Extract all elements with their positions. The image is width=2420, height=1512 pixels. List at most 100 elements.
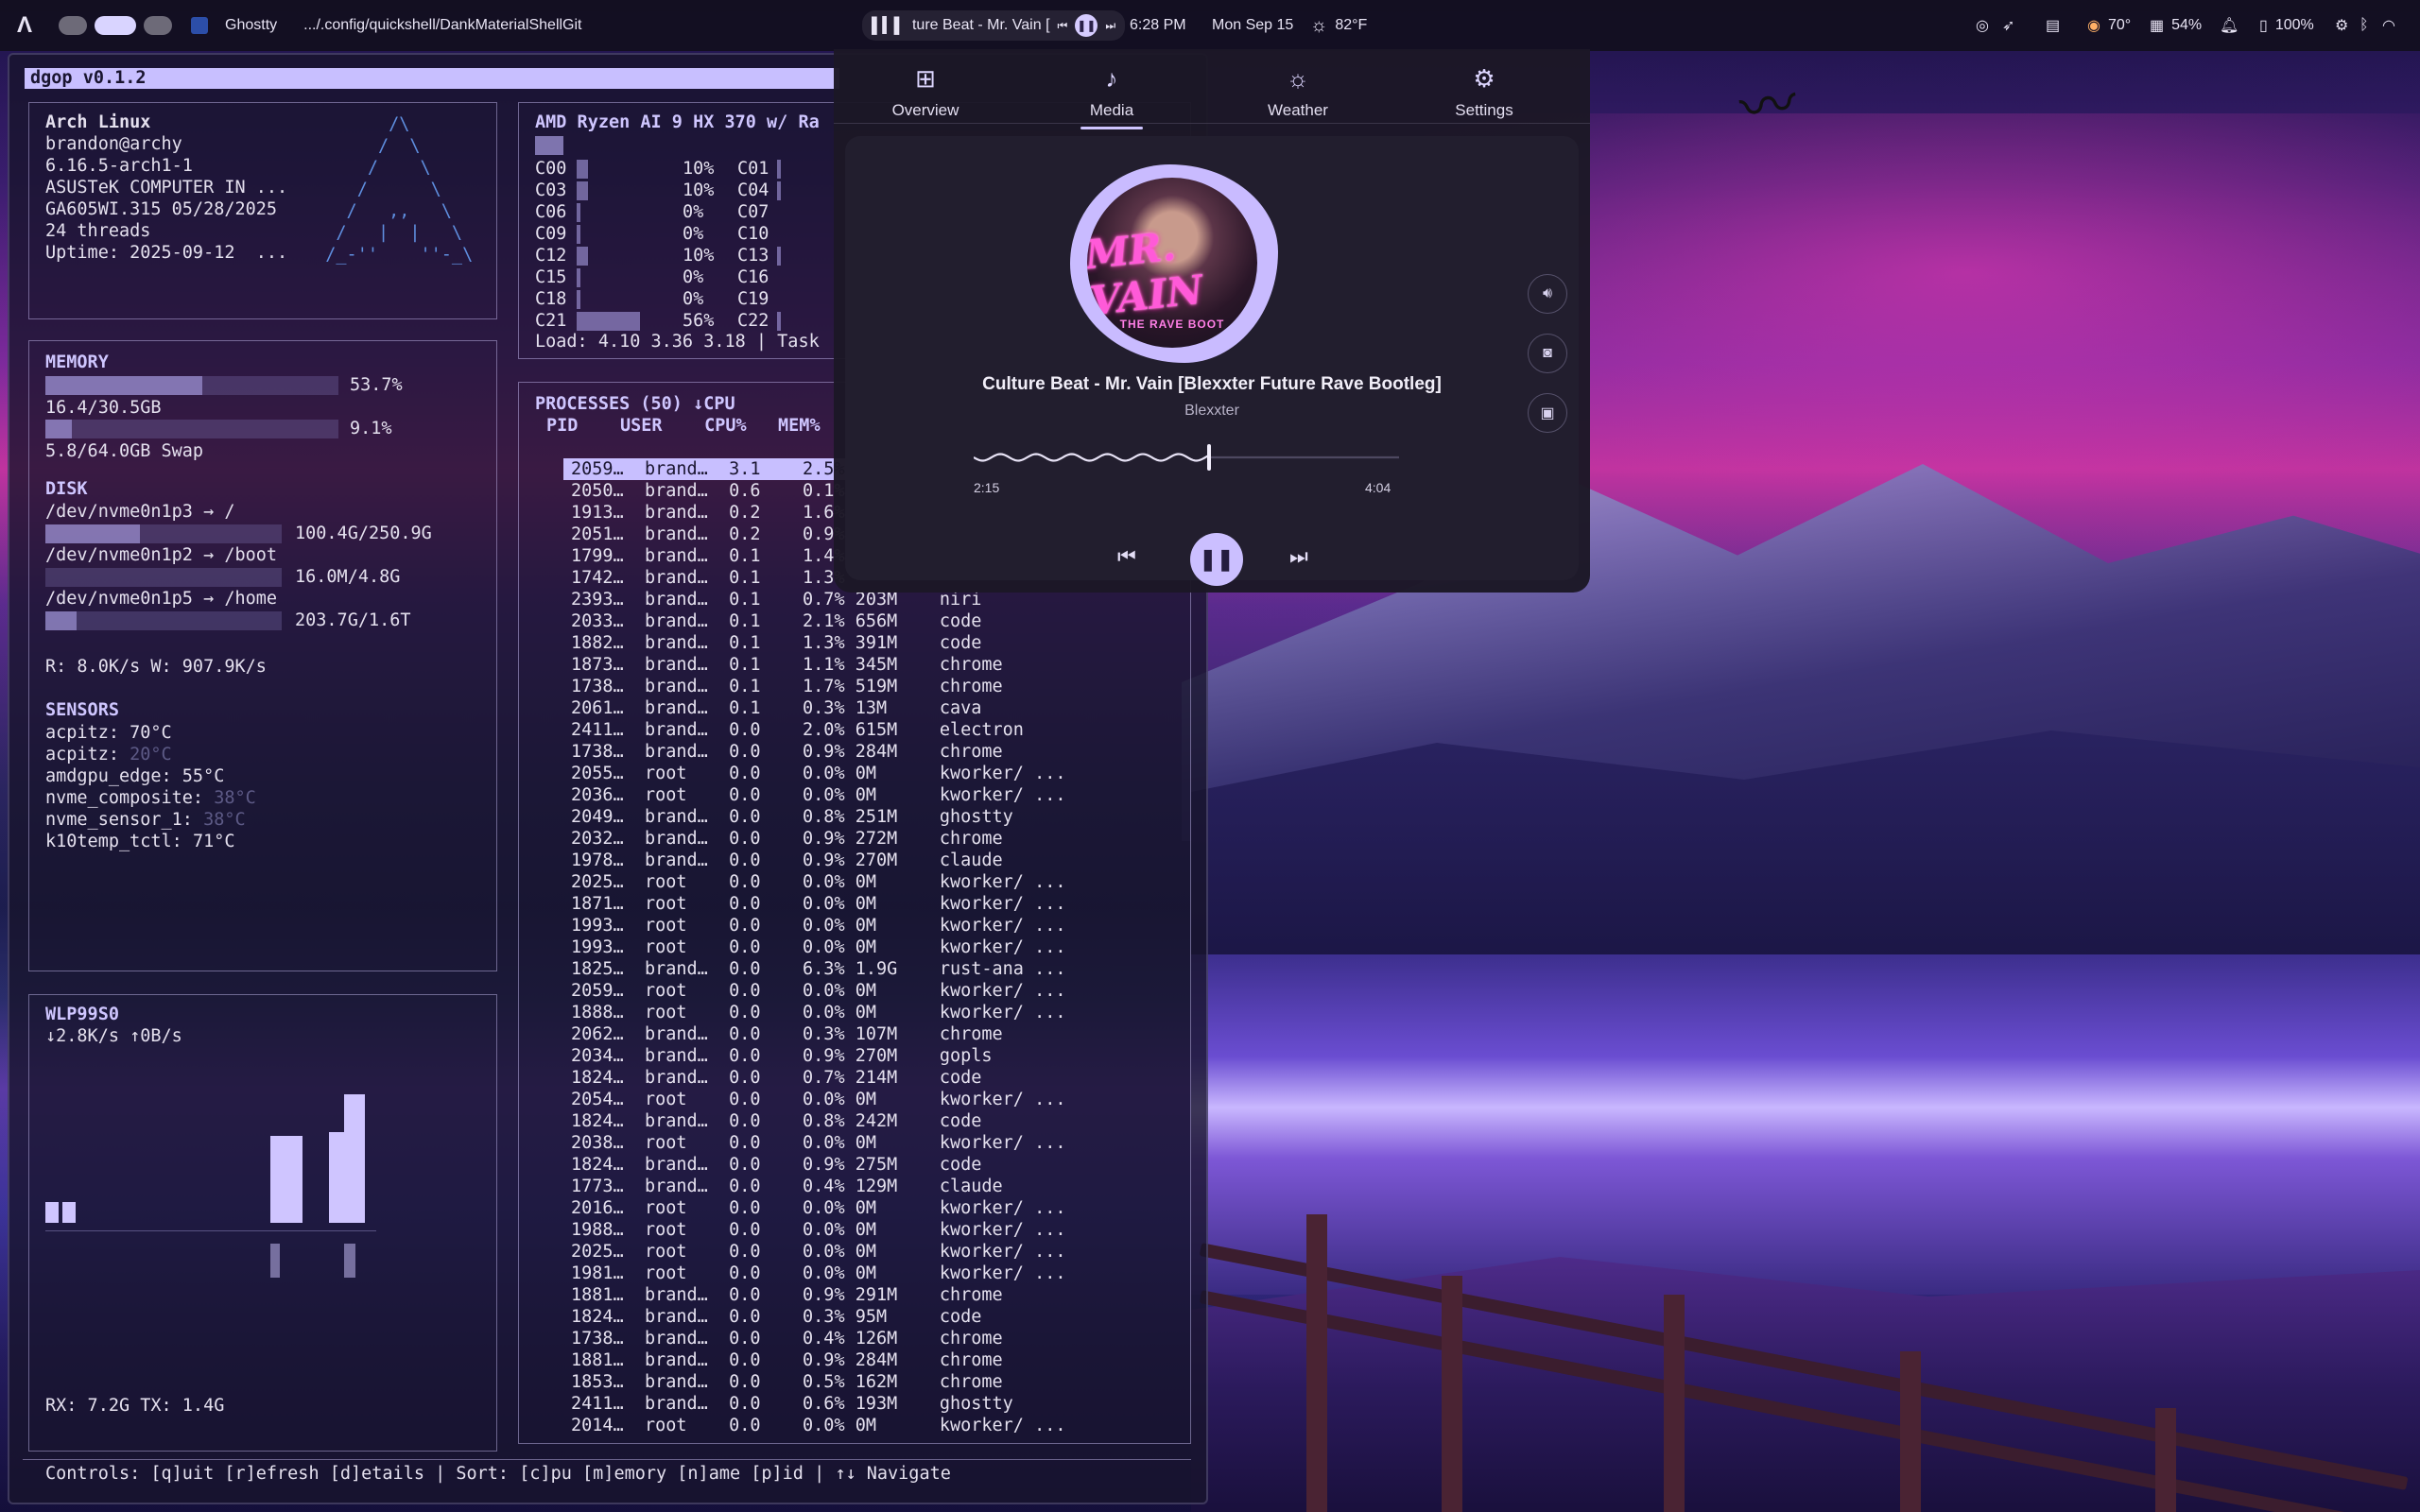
process-row[interactable]: 1978… brand… 0.0 0.9% 270M claude xyxy=(563,850,1003,871)
workspace-2-active[interactable] xyxy=(95,16,136,35)
process-row[interactable]: 1882… brand… 0.1 1.3% 391M code xyxy=(563,632,981,654)
process-row[interactable]: 2032… brand… 0.0 0.9% 272M chrome xyxy=(563,828,1003,850)
workspace-3[interactable] xyxy=(144,16,172,35)
process-row[interactable]: 1888… root 0.0 0.0% 0M kworker/ ... xyxy=(563,1002,1065,1023)
launcher-logo-icon[interactable]: Λ xyxy=(17,12,32,39)
process-row[interactable]: 2016… root 0.0 0.0% 0M kworker/ ... xyxy=(563,1197,1065,1219)
process-row[interactable]: 1824… brand… 0.0 0.3% 95M code xyxy=(563,1306,981,1328)
tab-label: Weather xyxy=(1268,101,1328,119)
tab-overview[interactable]: ⊞ Overview xyxy=(855,64,996,120)
core-usage-bar xyxy=(577,268,580,287)
process-row[interactable]: 1825… brand… 0.0 6.3% 1.9G rust-ana ... xyxy=(563,958,1065,980)
audio-output-speaker-icon[interactable]: ◙ xyxy=(1528,334,1567,373)
process-row[interactable]: 2059… brand… 3.1 2.5% xyxy=(563,458,845,480)
notifications-bell-icon[interactable]: 🔔︎ xyxy=(2220,16,2238,35)
process-row[interactable]: 2411… brand… 0.0 0.6% 193M ghostty xyxy=(563,1393,1013,1415)
cpu-temp-widget[interactable]: ◉ 70° xyxy=(2087,16,2131,35)
process-row[interactable]: 1871… root 0.0 0.0% 0M kworker/ ... xyxy=(563,893,1065,915)
media-widget[interactable]: ▌▍▌ ture Beat - Mr. Vain [ ⏮ ❚❚ ⏭ xyxy=(862,10,1126,41)
tab-media[interactable]: ♪ Media xyxy=(1041,64,1183,129)
gear-icon: ⚙ xyxy=(1473,64,1495,93)
arch-logo-line: /_-'' ''-_\ xyxy=(304,245,474,265)
process-row[interactable]: 2033… brand… 0.1 2.1% 656M code xyxy=(563,610,981,632)
grid-icon: ⊞ xyxy=(915,64,936,93)
elapsed-time: 2:15 xyxy=(974,480,1000,495)
process-row[interactable]: 1742… brand… 0.1 1.3% xyxy=(563,567,845,589)
process-row[interactable]: 1824… brand… 0.0 0.7% 214M code xyxy=(563,1067,981,1089)
workspace-switcher[interactable] xyxy=(59,16,172,35)
memory-widget[interactable]: ▦ 54% xyxy=(2150,16,2202,35)
network-icon[interactable]: ⚙︎ xyxy=(2335,16,2348,35)
fence-post xyxy=(1442,1276,1462,1512)
process-row[interactable]: 1824… brand… 0.0 0.8% 242M code xyxy=(563,1110,981,1132)
process-row[interactable]: 1738… brand… 0.0 0.9% 284M chrome xyxy=(563,741,1003,763)
process-row[interactable]: 1738… brand… 0.0 0.4% 126M chrome xyxy=(563,1328,1003,1349)
track-progress-wave[interactable] xyxy=(974,443,1399,472)
pause-button[interactable]: ❚❚ xyxy=(1190,533,1243,586)
bluetooth-icon[interactable]: ᛒ xyxy=(2360,17,2369,34)
core-usage-bar xyxy=(777,160,781,179)
tab-weather[interactable]: ☼ Weather xyxy=(1227,64,1369,120)
tray-app-icon[interactable]: ◎ xyxy=(1976,16,1989,35)
process-row[interactable]: 2034… brand… 0.0 0.9% 270M gopls xyxy=(563,1045,993,1067)
process-row[interactable]: 2061… brand… 0.1 0.3% 13M cava xyxy=(563,697,981,719)
process-row[interactable]: 1981… root 0.0 0.0% 0M kworker/ ... xyxy=(563,1263,1065,1284)
weather-widget[interactable]: ☼ 82°F xyxy=(1310,15,1367,37)
process-row[interactable]: 1993… root 0.0 0.0% 0M kworker/ ... xyxy=(563,915,1065,936)
tab-settings[interactable]: ⚙ Settings xyxy=(1413,64,1555,120)
media-player-card: MR. VAIN THE RAVE BOOT 🔊︎ ◙ ▣ Culture Be… xyxy=(845,136,1579,586)
process-row[interactable]: 2049… brand… 0.0 0.8% 251M ghostty xyxy=(563,806,1013,828)
prev-track-icon[interactable]: ⏮ xyxy=(1058,19,1068,33)
process-row[interactable]: 2014… root 0.0 0.0% 0M kworker/ ... xyxy=(563,1415,1065,1436)
process-row[interactable]: 2025… root 0.0 0.0% 0M kworker/ ... xyxy=(563,1241,1065,1263)
disk-io: R: 8.0K/s W: 907.9K/s xyxy=(45,657,267,677)
process-row[interactable]: 2036… root 0.0 0.0% 0M kworker/ ... xyxy=(563,784,1065,806)
volume-icon[interactable]: 🔊︎ xyxy=(1528,274,1567,314)
sensor-value: 71°C xyxy=(192,832,235,851)
date[interactable]: Mon Sep 15 xyxy=(1212,17,1293,34)
sensor-name: nvme_sensor_1: xyxy=(45,810,204,830)
arch-logo-line: / ,, \ xyxy=(304,201,452,221)
battery-widget[interactable]: ▯ 100% xyxy=(2259,16,2314,35)
process-row[interactable]: 1988… root 0.0 0.0% 0M kworker/ ... xyxy=(563,1219,1065,1241)
system-info-line: Uptime: 2025-09-12 ... xyxy=(45,243,288,263)
wifi-icon[interactable]: ◠ xyxy=(2382,16,2395,35)
process-row[interactable]: 1773… brand… 0.0 0.4% 129M claude xyxy=(563,1176,1003,1197)
process-row[interactable]: 1913… brand… 0.2 1.6% xyxy=(563,502,845,524)
process-row[interactable]: 1993… root 0.0 0.0% 0M kworker/ ... xyxy=(563,936,1065,958)
battery-icon: ▯ xyxy=(2259,18,2268,34)
process-row[interactable]: 2050… brand… 0.6 0.1% xyxy=(563,480,845,502)
audio-visualizer-icon: ▌▍▌ xyxy=(872,18,905,34)
disk-usage-bar xyxy=(45,568,282,587)
process-row[interactable]: 2059… root 0.0 0.0% 0M kworker/ ... xyxy=(563,980,1065,1002)
focused-window[interactable]: Ghostty .../.config/quickshell/DankMater… xyxy=(191,17,582,34)
previous-track-icon[interactable]: ⏮ xyxy=(1117,544,1136,569)
process-row[interactable]: 1881… brand… 0.0 0.9% 291M chrome xyxy=(563,1284,1003,1306)
track-artist: Blexxter xyxy=(1184,403,1239,419)
next-track-icon[interactable]: ⏭ xyxy=(1289,544,1308,569)
next-track-icon[interactable]: ⏭ xyxy=(1105,19,1115,33)
network-graph-bar xyxy=(329,1132,344,1223)
process-row[interactable]: 2038… root 0.0 0.0% 0M kworker/ ... xyxy=(563,1132,1065,1154)
process-row[interactable]: 2055… root 0.0 0.0% 0M kworker/ ... xyxy=(563,763,1065,784)
process-row[interactable]: 2054… root 0.0 0.0% 0M kworker/ ... xyxy=(563,1089,1065,1110)
bird-silhouette: 〰 xyxy=(1736,71,1802,142)
clipboard-icon[interactable]: ▤ xyxy=(2046,16,2060,35)
workspace-1[interactable] xyxy=(59,16,87,35)
battery-percent: 100% xyxy=(2274,17,2314,33)
process-row[interactable]: 2025… root 0.0 0.0% 0M kworker/ ... xyxy=(563,871,1065,893)
core-label: C06 xyxy=(535,202,567,222)
process-row[interactable]: 1799… brand… 0.1 1.4% xyxy=(563,545,845,567)
process-row[interactable]: 1873… brand… 0.1 1.1% 345M chrome xyxy=(563,654,1003,676)
process-row[interactable]: 2411… brand… 0.0 2.0% 615M electron xyxy=(563,719,1024,741)
tray-rocket-icon[interactable]: ➶ xyxy=(2002,16,2014,35)
pause-icon[interactable]: ❚❚ xyxy=(1075,14,1098,37)
process-row[interactable]: 1824… brand… 0.0 0.9% 275M code xyxy=(563,1154,981,1176)
process-row[interactable]: 2051… brand… 0.2 0.9% xyxy=(563,524,845,545)
clock[interactable]: 6:28 PM xyxy=(1130,17,1186,34)
process-row[interactable]: 1881… brand… 0.0 0.9% 284M chrome xyxy=(563,1349,1003,1371)
process-row[interactable]: 2062… brand… 0.0 0.3% 107M chrome xyxy=(563,1023,1003,1045)
process-row[interactable]: 1853… brand… 0.0 0.5% 162M chrome xyxy=(563,1371,1003,1393)
process-row[interactable]: 1738… brand… 0.1 1.7% 519M chrome xyxy=(563,676,1003,697)
sensor-row: nvme_composite: 38°C xyxy=(45,787,256,809)
